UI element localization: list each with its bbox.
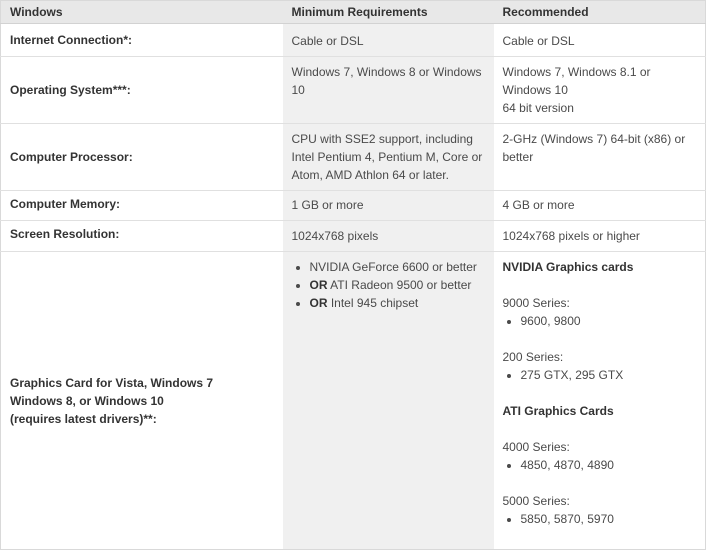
system-requirements-table: Windows Minimum Requirements Recommended…: [0, 0, 706, 550]
graphics-min: NVIDIA GeForce 6600 or better OR ATI Rad…: [282, 251, 494, 550]
memory-rec: 4 GB or more: [493, 190, 706, 221]
ati-5000-list: 5850, 5870, 5970: [503, 510, 697, 528]
list-item: OR Intel 945 chipset: [310, 294, 485, 312]
graphics-min-list: NVIDIA GeForce 6600 or better OR ATI Rad…: [292, 258, 485, 312]
table-row-os: Operating System***: Windows 7, Windows …: [0, 56, 706, 124]
graphics-min-item-3: Intel 945 chipset: [327, 296, 419, 310]
header-minimum-requirements: Minimum Requirements: [282, 0, 494, 24]
nvidia-heading: NVIDIA Graphics cards: [502, 260, 634, 274]
table-row-graphics: Graphics Card for Vista, Windows 7 Windo…: [0, 251, 706, 550]
list-item: 9600, 9800: [521, 312, 697, 330]
list-item: 4850, 4870, 4890: [521, 456, 697, 474]
graphics-rec: NVIDIA Graphics cards 9000 Series: 9600,…: [493, 251, 706, 550]
graphics-label-line3: (requires latest drivers)**:: [10, 411, 157, 426]
memory-min: 1 GB or more: [282, 190, 494, 221]
os-rec: Windows 7, Windows 8.1 or Windows 10 64 …: [493, 56, 706, 124]
table-header-row: Windows Minimum Requirements Recommended: [0, 0, 706, 24]
processor-label: Computer Processor:: [0, 123, 283, 191]
internet-min: Cable or DSL: [282, 23, 494, 57]
or-keyword: OR: [309, 278, 328, 292]
resolution-min: 1024x768 pixels: [282, 220, 494, 252]
graphics-label-line2: Windows 8, or Windows 10: [10, 393, 164, 408]
os-min: Windows 7, Windows 8 or Windows 10: [282, 56, 494, 124]
processor-rec: 2-GHz (Windows 7) 64-bit (x86) or better: [493, 123, 706, 191]
or-keyword: OR: [309, 296, 328, 310]
os-rec-line2: 64 bit version: [502, 101, 574, 115]
resolution-rec: 1024x768 pixels or higher: [493, 220, 706, 252]
ati-heading: ATI Graphics Cards: [502, 404, 614, 418]
table-row-memory: Computer Memory: 1 GB or more 4 GB or mo…: [0, 190, 706, 221]
nvidia-9000-label: 9000 Series:: [502, 296, 570, 310]
internet-label: Internet Connection*:: [0, 23, 283, 57]
processor-min: CPU with SSE2 support, including Intel P…: [282, 123, 494, 191]
header-recommended: Recommended: [493, 0, 706, 24]
ati-4000-label: 4000 Series:: [502, 440, 570, 454]
graphics-min-item-1: NVIDIA GeForce 6600 or better: [309, 260, 477, 274]
graphics-min-item-2: ATI Radeon 9500 or better: [327, 278, 472, 292]
nvidia-9000-list: 9600, 9800: [503, 312, 697, 330]
table-row-internet: Internet Connection*: Cable or DSL Cable…: [0, 23, 706, 57]
nvidia-200-list: 275 GTX, 295 GTX: [503, 366, 697, 384]
ati-5000-label: 5000 Series:: [502, 494, 570, 508]
table-row-processor: Computer Processor: CPU with SSE2 suppor…: [0, 123, 706, 191]
graphics-label-line1: Graphics Card for Vista, Windows 7: [10, 375, 214, 390]
header-windows: Windows: [0, 0, 283, 24]
list-item: NVIDIA GeForce 6600 or better: [310, 258, 485, 276]
list-item: OR ATI Radeon 9500 or better: [310, 276, 485, 294]
graphics-label: Graphics Card for Vista, Windows 7 Windo…: [0, 251, 283, 550]
list-item: 275 GTX, 295 GTX: [521, 366, 697, 384]
resolution-label: Screen Resolution:: [0, 220, 283, 252]
internet-rec: Cable or DSL: [493, 23, 706, 57]
ati-4000-list: 4850, 4870, 4890: [503, 456, 697, 474]
os-label: Operating System***:: [0, 56, 283, 124]
list-item: 5850, 5870, 5970: [521, 510, 697, 528]
nvidia-200-label: 200 Series:: [502, 350, 564, 364]
os-rec-line1: Windows 7, Windows 8.1 or Windows 10: [502, 65, 651, 97]
memory-label: Computer Memory:: [0, 190, 283, 221]
table-row-resolution: Screen Resolution: 1024x768 pixels 1024x…: [0, 220, 706, 252]
